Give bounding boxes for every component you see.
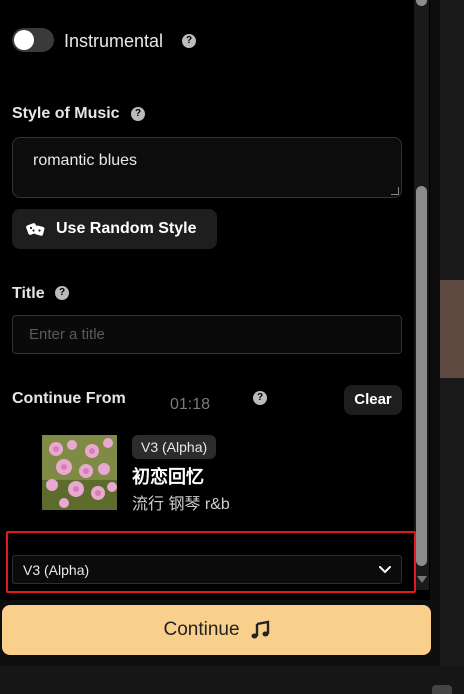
instrumental-toggle[interactable] — [12, 28, 54, 52]
divider — [430, 0, 440, 600]
title-input[interactable] — [12, 315, 402, 354]
help-icon[interactable]: ? — [182, 34, 196, 48]
help-icon[interactable]: ? — [131, 107, 145, 121]
continue-from-label: Continue From — [12, 390, 126, 407]
style-of-music-label: Style of Music — [12, 105, 120, 122]
style-of-music-textarea[interactable]: romantic blues — [12, 137, 402, 198]
resize-handle-icon[interactable] — [391, 187, 399, 195]
dice-icon — [26, 223, 45, 236]
song-title: 初恋回忆 — [132, 467, 204, 487]
use-random-style-button[interactable]: Use Random Style — [12, 209, 217, 249]
title-label: Title — [12, 285, 45, 302]
continue-button[interactable]: Continue — [2, 605, 431, 655]
background-thumbnail — [440, 280, 464, 378]
style-value: romantic blues — [33, 152, 138, 169]
clear-button[interactable]: Clear — [344, 385, 402, 415]
music-note-icon — [251, 620, 269, 639]
toggle-knob — [14, 30, 34, 50]
model-version-value: V3 (Alpha) — [23, 561, 90, 578]
instrumental-label: Instrumental — [64, 31, 164, 51]
song-cover-image — [42, 435, 117, 510]
scroll-indicator — [432, 685, 452, 694]
bottom-strip — [0, 666, 464, 694]
model-version-select[interactable]: V3 (Alpha) — [12, 555, 402, 584]
app-window: Instrumental ? Style of Music ? romantic… — [0, 0, 464, 694]
continue-label: Continue — [163, 619, 240, 640]
song-tags: 流行 钢琴 r&b — [132, 496, 230, 513]
version-badge: V3 (Alpha) — [132, 435, 217, 459]
help-icon[interactable]: ? — [55, 286, 69, 300]
scrollbar-thumb[interactable] — [416, 186, 427, 566]
scroll-down-arrow-icon[interactable] — [417, 576, 427, 583]
use-random-style-label: Use Random Style — [56, 220, 197, 237]
continue-time: 01:18 — [170, 396, 211, 413]
chevron-down-icon — [379, 565, 391, 573]
help-icon[interactable]: ? — [253, 391, 267, 405]
